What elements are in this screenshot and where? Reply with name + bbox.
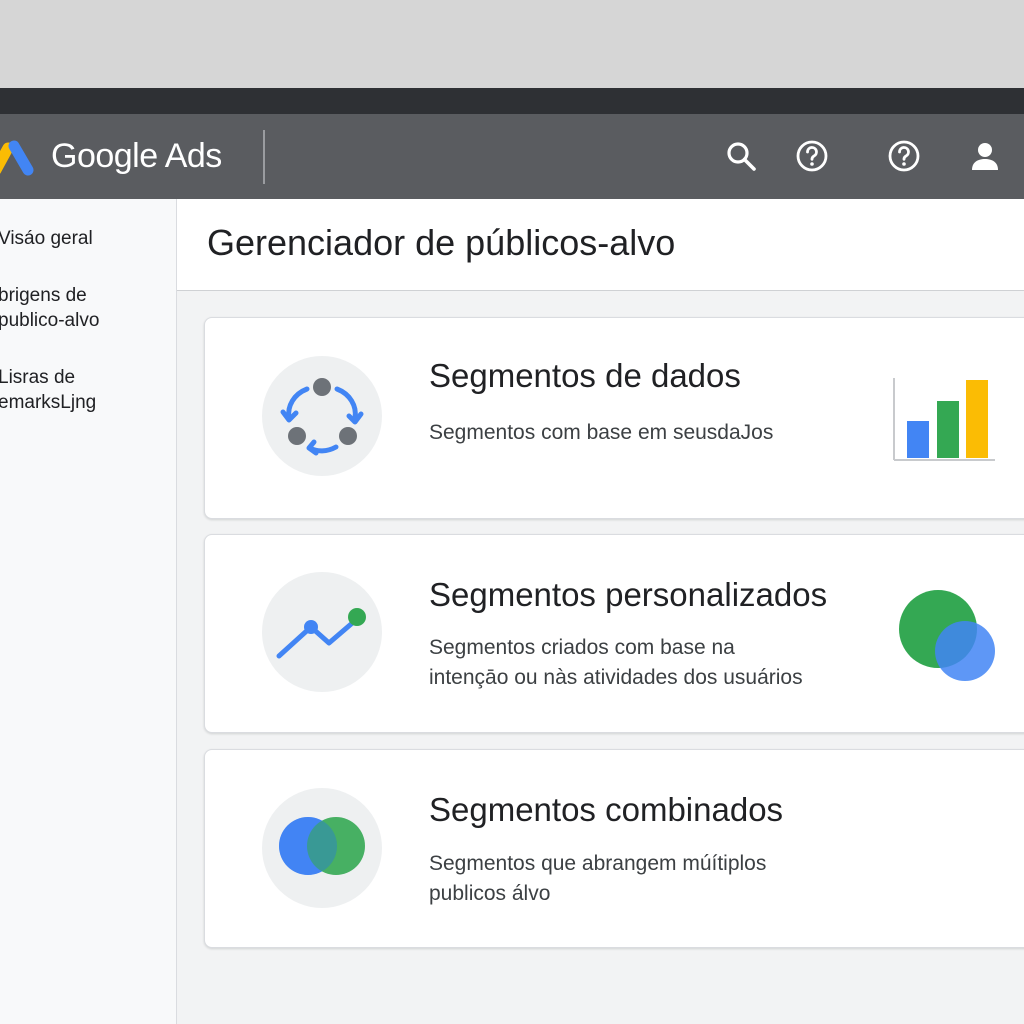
header-divider: [263, 130, 265, 184]
monitor-bezel: [0, 0, 1024, 88]
card-title: Segmentos combinados: [429, 791, 784, 828]
sidebar: Visáo geral brigens de publico-alvo Lisr…: [0, 199, 177, 1024]
google-ads-logo-icon: [0, 140, 34, 176]
venn-icon: [262, 788, 382, 908]
trend-icon: [262, 572, 382, 692]
bar-chart-illustration: [893, 378, 995, 461]
card-description: Segmentos que abrangem múítiplos publico…: [429, 852, 767, 905]
cycle-icon: [262, 356, 382, 476]
account-icon[interactable]: [967, 138, 1003, 174]
card-description: Segmentos com base em seusdaJos: [429, 421, 774, 444]
custom-segments-card[interactable]: Segmentos personalizados Segmentos criad…: [204, 534, 1024, 733]
sidebar-item-remarketing-lists[interactable]: Lisras de emarksLjng: [0, 365, 168, 415]
card-title: Segmentos personalizados: [429, 576, 828, 613]
product-name[interactable]: Google Ads: [51, 134, 222, 178]
sidebar-item-audience-sources[interactable]: brigens de publico-alvo: [0, 283, 168, 333]
page-title: Gerenciador de públicos-alvo: [207, 222, 676, 263]
search-icon[interactable]: [723, 138, 759, 174]
help-icon[interactable]: [886, 138, 922, 174]
combined-segments-card[interactable]: Segmentos combinados Segmentos que abran…: [204, 749, 1024, 948]
data-segments-card[interactable]: Segmentos de dados Segmentos com base em…: [204, 317, 1024, 519]
sidebar-item-overview[interactable]: Visáo geral: [0, 226, 168, 251]
card-description: Segmentos criados com base na intençāo o…: [429, 636, 803, 689]
card-title: Segmentos de dados: [429, 357, 741, 394]
help-icon[interactable]: [794, 138, 830, 174]
overlap-circles-illustration: [899, 590, 995, 681]
window-frame: [0, 88, 1024, 114]
